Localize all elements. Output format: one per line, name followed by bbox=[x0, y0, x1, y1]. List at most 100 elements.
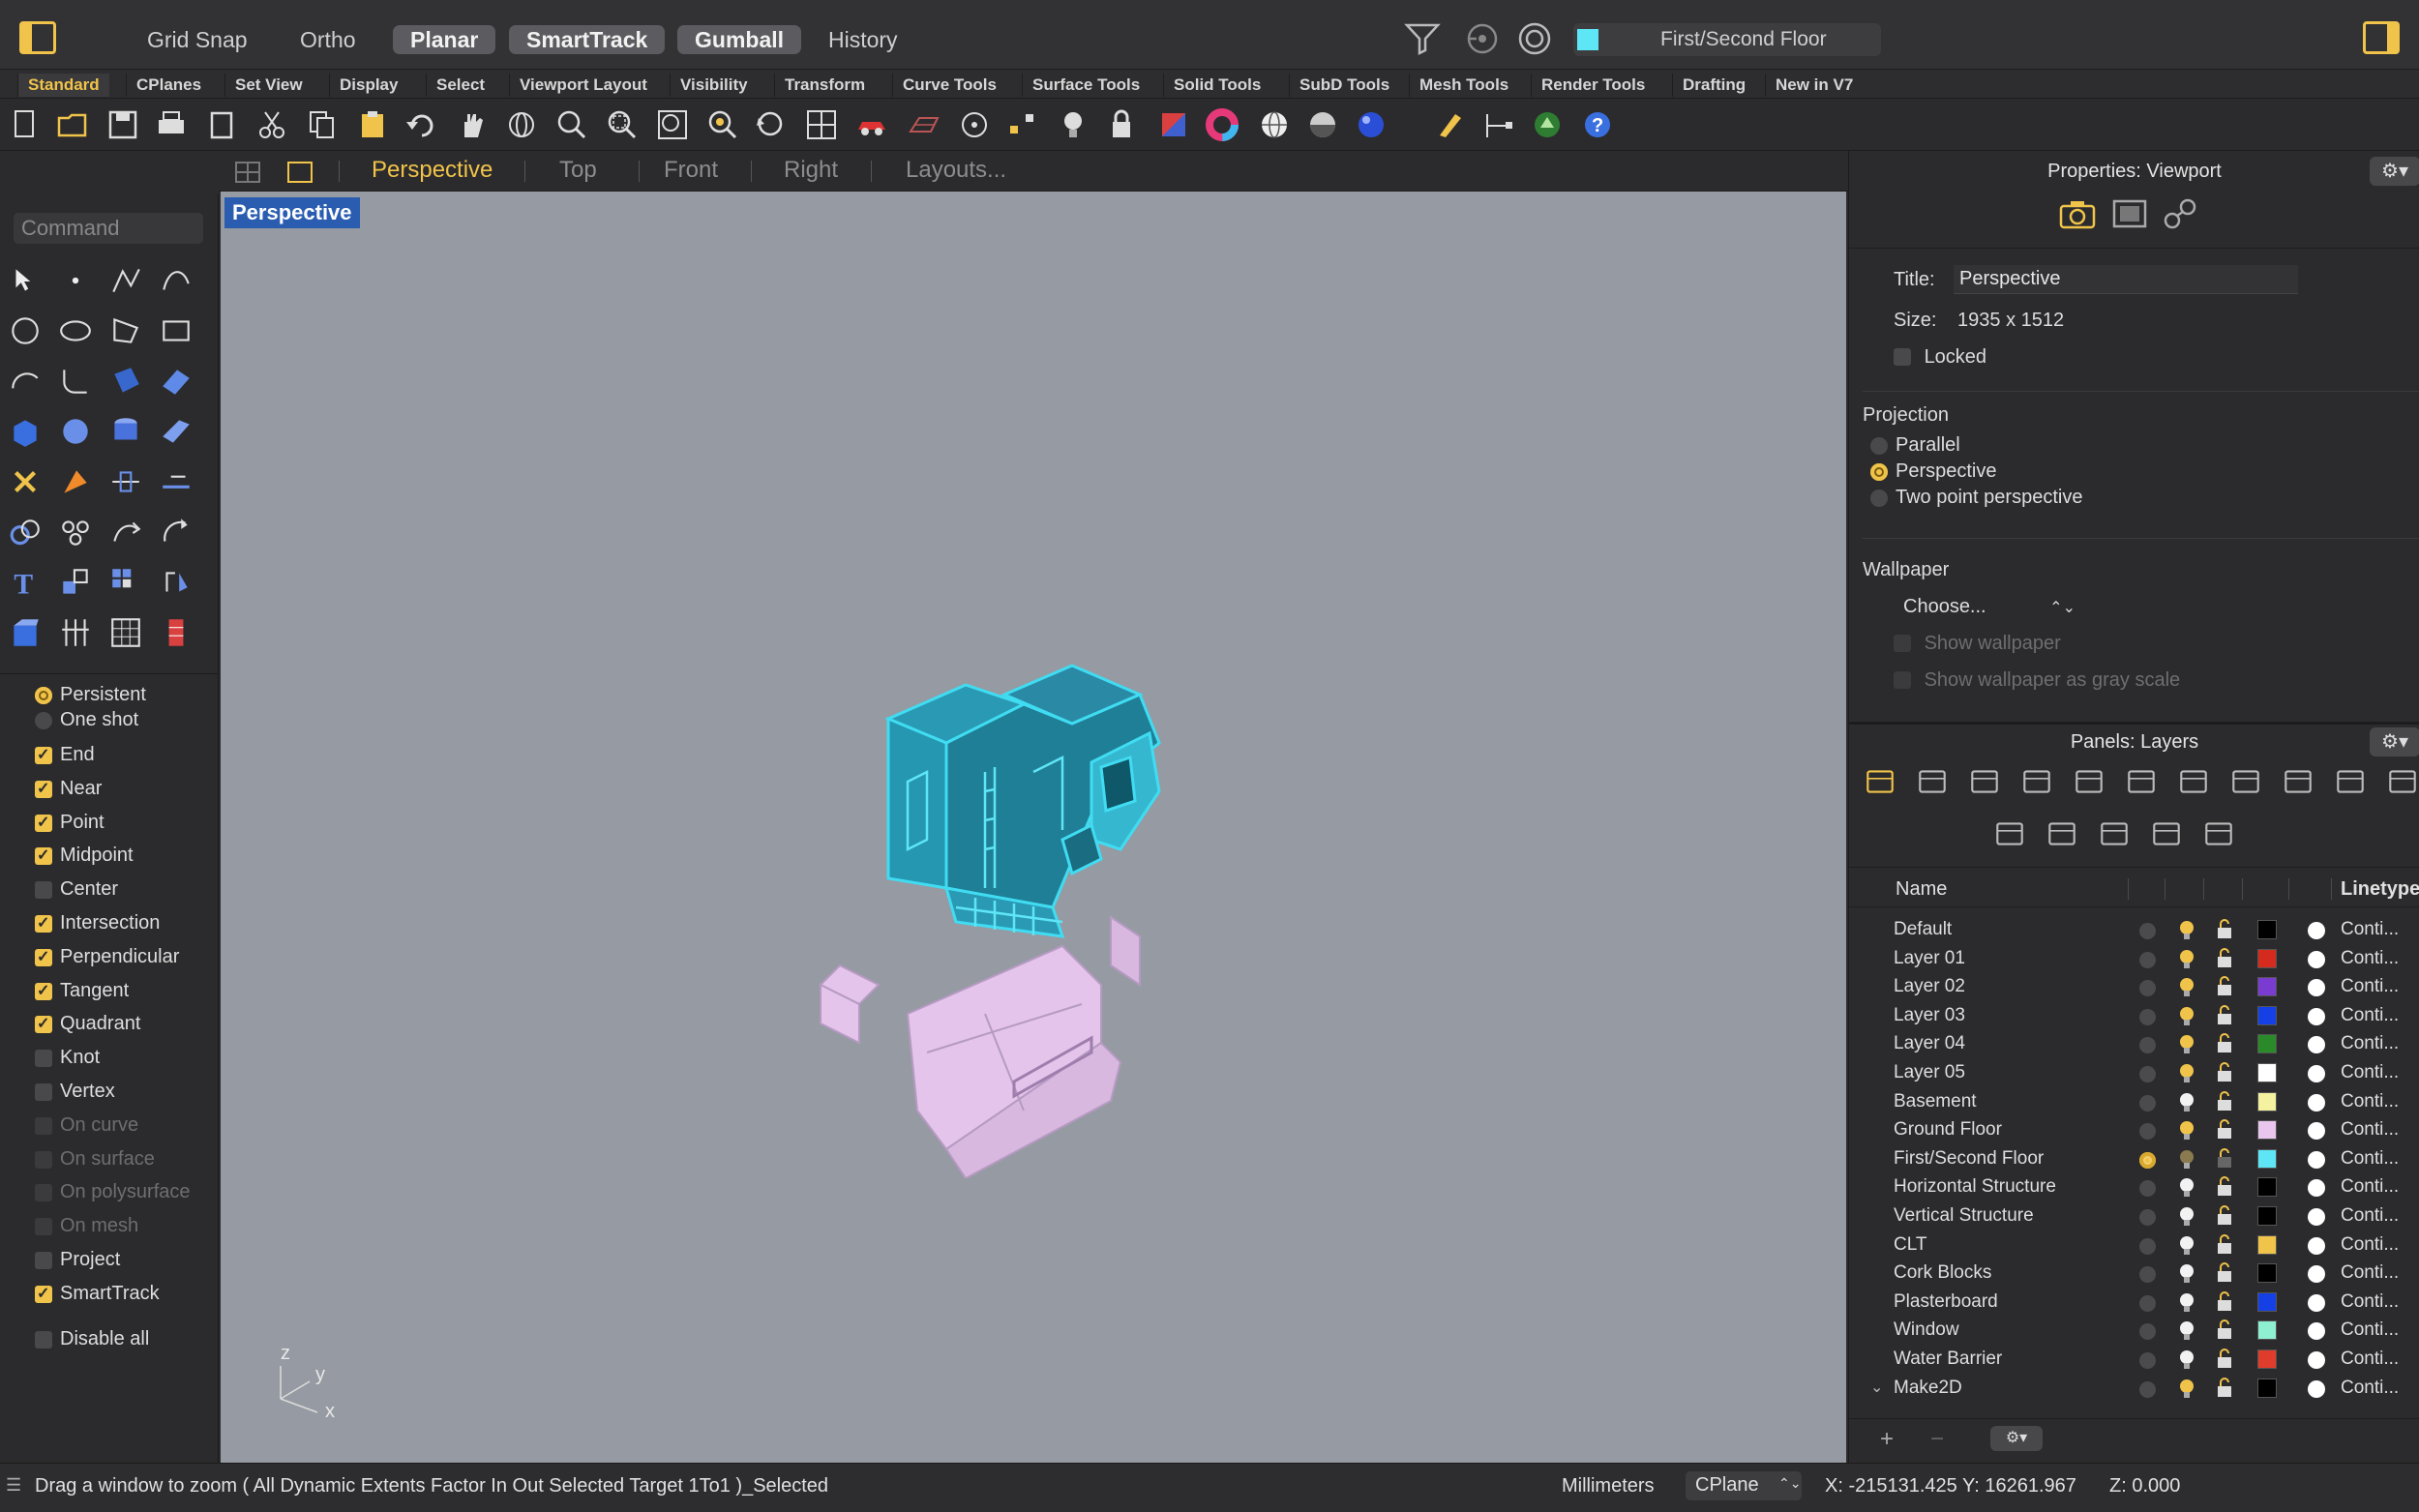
zoom-extents-icon[interactable] bbox=[656, 108, 689, 141]
mirror-icon[interactable] bbox=[159, 565, 194, 600]
layers-gear-icon[interactable]: ⚙▾ bbox=[2370, 727, 2419, 756]
layer-linetype[interactable]: Conti... bbox=[2341, 919, 2399, 940]
layer-color-swatch[interactable] bbox=[2257, 1177, 2277, 1198]
page-icon[interactable] bbox=[1967, 764, 2002, 799]
layer-material-swatch[interactable] bbox=[2308, 1379, 2325, 1398]
curve-icon[interactable] bbox=[159, 263, 194, 298]
layer-color-swatch[interactable] bbox=[2257, 977, 2277, 997]
layer-material-swatch[interactable] bbox=[2308, 1265, 2325, 1284]
layer-material-swatch[interactable] bbox=[2308, 1179, 2325, 1198]
add-layer-button[interactable]: + bbox=[1880, 1426, 1894, 1453]
layer-row[interactable]: Horizontal Structure Conti... bbox=[1849, 1172, 2419, 1201]
lock-icon[interactable] bbox=[1105, 108, 1138, 141]
lock-icon[interactable] bbox=[2215, 975, 2234, 1001]
visibility-bulb-icon[interactable] bbox=[2176, 1378, 2197, 1407]
record-history-icon[interactable] bbox=[1517, 21, 1552, 56]
join-icon[interactable] bbox=[159, 464, 194, 499]
layer-linetype[interactable]: Conti... bbox=[2341, 1148, 2399, 1170]
circle-icon[interactable] bbox=[8, 313, 43, 348]
checkbox[interactable] bbox=[35, 1218, 52, 1236]
checkbox[interactable] bbox=[35, 1330, 52, 1349]
checkbox[interactable] bbox=[1894, 671, 1911, 689]
layer-color-swatch[interactable] bbox=[2257, 920, 2277, 939]
wireframe-sphere-icon[interactable] bbox=[1258, 108, 1291, 141]
layer-row[interactable]: CLT Conti... bbox=[1849, 1230, 2419, 1259]
tab-mesh-tools[interactable]: Mesh Tools bbox=[1409, 74, 1518, 97]
checkbox[interactable] bbox=[35, 944, 52, 971]
layer-row[interactable]: Layer 05 Conti... bbox=[1849, 1058, 2419, 1086]
layer-row[interactable]: Layer 03 Conti... bbox=[1849, 1001, 2419, 1029]
array-icon[interactable] bbox=[108, 565, 143, 600]
ortho-toggle[interactable]: Ortho bbox=[283, 21, 373, 58]
layer-linetype[interactable]: Conti... bbox=[2341, 1205, 2399, 1227]
layer-row[interactable]: Window Conti... bbox=[1849, 1316, 2419, 1344]
box-icon[interactable] bbox=[8, 414, 43, 449]
print-icon[interactable] bbox=[155, 108, 188, 141]
pan-icon[interactable] bbox=[455, 108, 488, 141]
analyze-icon[interactable] bbox=[159, 615, 194, 650]
locked-box[interactable] bbox=[1894, 348, 1911, 366]
grid-plane-icon[interactable] bbox=[908, 108, 941, 141]
object-icon[interactable] bbox=[2019, 764, 2054, 799]
layer-row[interactable]: Layer 01 Conti... bbox=[1849, 944, 2419, 972]
paste-icon[interactable] bbox=[356, 108, 389, 141]
layer-color-swatch[interactable] bbox=[2257, 1234, 2277, 1255]
lock-icon[interactable] bbox=[2215, 918, 2234, 944]
fillet-curve-icon[interactable] bbox=[58, 364, 93, 399]
lock-icon[interactable] bbox=[2215, 1147, 2234, 1173]
layer-linetype[interactable]: Conti... bbox=[2341, 948, 2399, 969]
show-wallpaper-checkbox[interactable]: Show wallpaper bbox=[1894, 633, 2061, 655]
current-layer-radio[interactable] bbox=[2139, 1266, 2156, 1284]
radio[interactable] bbox=[1870, 463, 1888, 481]
lock-icon[interactable] bbox=[2215, 1348, 2234, 1374]
layer-material-swatch[interactable] bbox=[2308, 950, 2325, 968]
osnap-toolbar-icon[interactable] bbox=[958, 108, 991, 141]
command-input[interactable]: Command bbox=[14, 213, 203, 244]
layer-linetype[interactable]: Conti... bbox=[2341, 976, 2399, 997]
boolean-union-icon[interactable] bbox=[8, 515, 43, 549]
tab-viewport-layout[interactable]: Viewport Layout bbox=[509, 74, 657, 97]
cylinder-icon[interactable] bbox=[108, 414, 143, 449]
lock-icon[interactable] bbox=[2215, 1118, 2234, 1144]
checkbox[interactable] bbox=[1894, 635, 1911, 652]
checkbox[interactable] bbox=[35, 1281, 52, 1308]
layer-states-icon[interactable] bbox=[1915, 764, 1950, 799]
copy-icon[interactable] bbox=[306, 108, 339, 141]
checkbox[interactable] bbox=[35, 1150, 52, 1169]
building-model[interactable] bbox=[801, 598, 1343, 1178]
open-file-icon[interactable] bbox=[56, 108, 89, 141]
checkbox[interactable] bbox=[35, 1116, 52, 1135]
render-panel-icon[interactable] bbox=[2097, 816, 2132, 851]
current-layer-radio[interactable] bbox=[2139, 1209, 2156, 1226]
layer-linetype[interactable]: Conti... bbox=[2341, 1005, 2399, 1026]
callout-icon[interactable] bbox=[2333, 764, 2368, 799]
tab-render-tools[interactable]: Render Tools bbox=[1531, 74, 1655, 97]
left-sidebar-toggle-icon[interactable] bbox=[19, 21, 56, 54]
viewport-tab-layouts[interactable]: Layouts... bbox=[906, 157, 1006, 184]
scale-icon[interactable] bbox=[58, 565, 93, 600]
column-linetype[interactable]: Linetype bbox=[2341, 878, 2419, 901]
group-icon[interactable] bbox=[58, 515, 93, 549]
checkbox[interactable] bbox=[35, 1252, 52, 1269]
files-icon[interactable] bbox=[2201, 816, 2236, 851]
undo-view-icon[interactable] bbox=[755, 108, 788, 141]
viewport-tab-perspective[interactable]: Perspective bbox=[372, 157, 493, 184]
checkbox[interactable] bbox=[35, 1050, 52, 1068]
tab-standard[interactable]: Standard bbox=[17, 74, 109, 97]
lock-icon[interactable] bbox=[2215, 1290, 2234, 1317]
document-properties-icon[interactable] bbox=[205, 108, 238, 141]
checkbox[interactable] bbox=[35, 1083, 52, 1101]
lock-icon[interactable] bbox=[2215, 1004, 2234, 1030]
layer-linetype[interactable]: Conti... bbox=[2341, 1234, 2399, 1256]
layer-linetype[interactable]: Conti... bbox=[2341, 1176, 2399, 1198]
explode-icon[interactable] bbox=[8, 464, 43, 499]
zoom-icon[interactable] bbox=[555, 108, 588, 141]
tab-visibility[interactable]: Visibility bbox=[670, 74, 758, 97]
lock-icon[interactable] bbox=[2215, 1061, 2234, 1087]
viewport-title-input[interactable]: Perspective bbox=[1954, 265, 2298, 294]
lock-icon[interactable] bbox=[2215, 1377, 2234, 1403]
layer-material-swatch[interactable] bbox=[2308, 1322, 2325, 1341]
named-views-icon[interactable] bbox=[2385, 764, 2419, 799]
tab-new-in-v7[interactable]: New in V7 bbox=[1765, 74, 1863, 97]
split-icon[interactable] bbox=[108, 464, 143, 499]
